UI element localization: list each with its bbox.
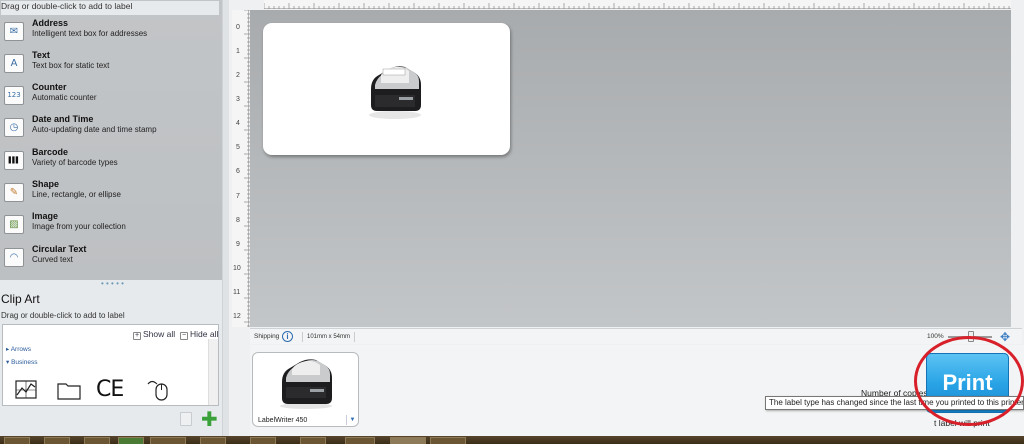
panel-splitter-handle[interactable]: • • • • • [101, 279, 124, 288]
printer-selector[interactable]: LabelWriter 450 ▼ [252, 352, 359, 427]
object-image[interactable]: ▨ Image Image from your collection [0, 210, 220, 241]
taskbar-button[interactable] [118, 437, 144, 444]
ruler-number: 7 [236, 193, 240, 200]
ruler-number: 11 [233, 289, 241, 296]
objects-panel: Drag or double-click to add to label ✉ A… [0, 0, 222, 280]
label-preview[interactable] [263, 23, 510, 155]
object-desc: Automatic counter [32, 93, 97, 102]
object-title: Date and Time [32, 114, 94, 124]
plus-icon: + [133, 332, 141, 340]
print-bar: LabelWriter 450 ▼ Number of copies Print… [250, 336, 1024, 436]
ruler-number: 4 [236, 120, 240, 127]
ce-mark-icon[interactable]: CE [96, 378, 124, 402]
image-icon: ▨ [4, 215, 24, 234]
object-text[interactable]: A Text Text box for static text [0, 49, 220, 80]
clipart-title: Clip Art [1, 292, 40, 306]
taskbar-button[interactable] [200, 437, 226, 444]
object-shape[interactable]: ✎ Shape Line, rectangle, or ellipse [0, 178, 220, 209]
ruler-number: 6 [236, 168, 240, 175]
taskbar-button[interactable] [4, 437, 30, 444]
object-desc: Curved text [32, 255, 73, 264]
ruler-number: 3 [236, 96, 240, 103]
chart-icon[interactable] [13, 378, 41, 402]
ruler-number: 5 [236, 144, 240, 151]
counter-icon: 123 [4, 86, 24, 105]
zoom-fit-icon[interactable]: ✥ [1000, 331, 1012, 343]
object-title: Circular Text [32, 244, 87, 254]
clipart-hint: Drag or double-click to add to label [1, 311, 125, 320]
printer-name: LabelWriter 450 [258, 417, 308, 424]
ruler-number: 8 [236, 217, 240, 224]
object-date-time[interactable]: ◷ Date and Time Auto-updating date and t… [0, 113, 220, 144]
label-type: Shipping [254, 333, 280, 340]
object-title: Shape [32, 179, 60, 189]
clipart-scrollbar[interactable] [208, 339, 218, 405]
clipart-box: + Show all − Hide all ▸ Arrows ▾ Business … [2, 324, 219, 406]
ruler-number: 0 [236, 24, 240, 31]
taskbar-button[interactable] [44, 437, 70, 444]
object-desc: Line, rectangle, or ellipse [32, 190, 121, 199]
trash-icon[interactable] [180, 412, 192, 426]
object-title: Image [32, 211, 59, 221]
label-canvas[interactable] [250, 10, 1011, 327]
add-clipart-button[interactable]: ✚ [201, 409, 218, 429]
taskbar-button[interactable] [390, 437, 426, 444]
status-bar: Shipping i 101mm x 54mm 100% ✥ [250, 328, 1022, 344]
taskbar-button[interactable] [84, 437, 110, 444]
object-desc: Variety of barcode types [32, 158, 118, 167]
clipart-category-arrows[interactable]: ▸ Arrows [6, 345, 31, 353]
object-barcode[interactable]: ▌▌▌ Barcode Variety of barcode types [0, 146, 220, 177]
folder-icon[interactable] [55, 378, 83, 402]
object-desc: Intelligent text box for addresses [32, 29, 148, 38]
object-title: Barcode [32, 147, 69, 157]
ruler-number: 9 [236, 241, 240, 248]
zoom-level: 100% [927, 333, 944, 340]
annotation-circle [914, 336, 1024, 426]
object-desc: Auto-updating date and time stamp [32, 125, 157, 134]
minus-icon: − [180, 332, 188, 340]
taskbar-button[interactable] [430, 437, 466, 444]
calendar-clock-icon: ◷ [4, 118, 24, 137]
ruler-number: 1 [236, 48, 240, 55]
printer-image [369, 66, 421, 119]
show-all-button[interactable]: + Show all [133, 329, 175, 340]
objects-hint: Drag or double-click to add to label [1, 1, 219, 15]
ruler-number: 2 [236, 72, 240, 79]
address-icon: ✉ [4, 22, 24, 41]
mouse-icon[interactable] [146, 378, 174, 402]
left-panel: Drag or double-click to add to label ✉ A… [0, 0, 222, 436]
clipart-category-business[interactable]: ▾ Business [6, 358, 37, 366]
horizontal-ruler-ticks [264, 3, 1010, 9]
circular-text-icon: ◠ [4, 248, 24, 267]
object-desc: Image from your collection [32, 222, 126, 231]
label-size: 101mm x 54mm [302, 332, 356, 342]
taskbar-button[interactable] [300, 437, 326, 444]
taskbar [0, 436, 1024, 444]
object-title: Address [32, 18, 69, 28]
chevron-down-icon[interactable]: ▼ [346, 415, 358, 425]
barcode-icon: ▌▌▌ [4, 151, 24, 170]
info-icon[interactable]: i [282, 331, 293, 342]
object-circular-text[interactable]: ◠ Circular Text Curved text [0, 243, 220, 274]
taskbar-button[interactable] [150, 437, 186, 444]
printer-image [280, 359, 332, 409]
panel-divider[interactable] [222, 0, 229, 436]
object-desc: Text box for static text [32, 61, 110, 70]
text-icon: A [4, 54, 24, 73]
object-counter[interactable]: 123 Counter Automatic counter [0, 81, 220, 112]
object-address[interactable]: ✉ Address Intelligent text box for addre… [0, 17, 220, 48]
object-title: Counter [32, 82, 67, 92]
taskbar-button[interactable] [345, 437, 375, 444]
ruler-number: 10 [233, 265, 241, 272]
shape-icon: ✎ [4, 183, 24, 202]
label-editor: 0 1 2 3 4 5 6 7 8 9 10 11 12 Shipping i … [229, 0, 1024, 436]
object-title: Text [32, 50, 50, 60]
ruler-number: 12 [233, 313, 241, 320]
taskbar-button[interactable] [250, 437, 276, 444]
